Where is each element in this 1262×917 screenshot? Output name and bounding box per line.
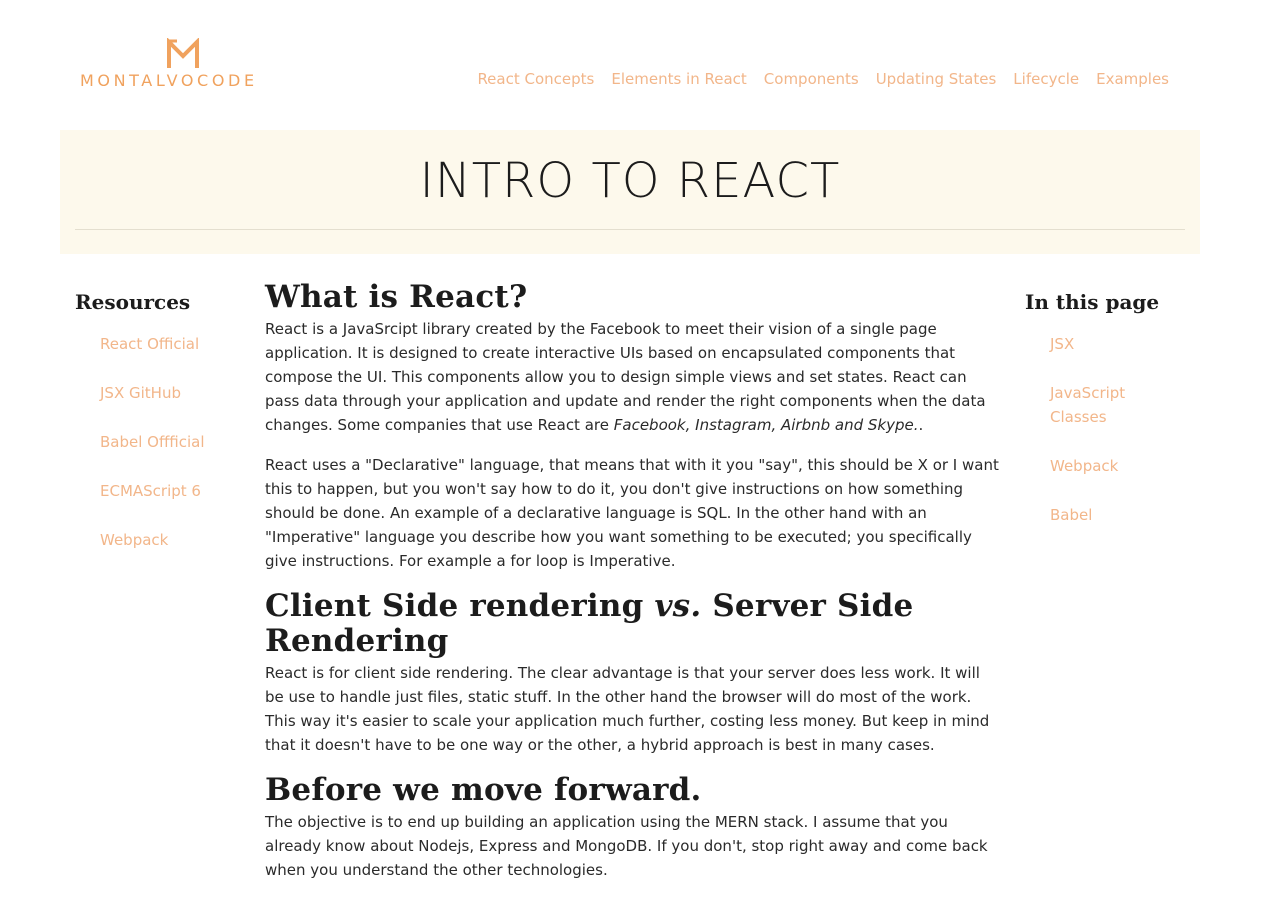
logo-m-icon <box>167 38 199 68</box>
list-item: ECMAScript 6 <box>100 479 245 503</box>
resource-link-webpack[interactable]: Webpack <box>100 528 168 552</box>
list-item: React Official <box>100 332 245 356</box>
list-item: JavaScript Classes <box>1050 381 1185 429</box>
list-item: JSX <box>1050 332 1185 356</box>
toc-sidebar: In this page JSX JavaScript Classes Webp… <box>1025 290 1185 552</box>
toc-link-babel[interactable]: Babel <box>1050 503 1092 527</box>
list-item: Webpack <box>1050 454 1185 478</box>
nav-examples[interactable]: Examples <box>1096 70 1169 88</box>
list-item: Webpack <box>100 528 245 552</box>
list-item: Babel <box>1050 503 1185 527</box>
banner-divider <box>75 229 1185 230</box>
paragraph-client-side: React is for client side rendering. The … <box>265 664 990 754</box>
heading-part-a: Client Side rendering <box>265 588 655 624</box>
toc-link-webpack[interactable]: Webpack <box>1050 454 1118 478</box>
main-nav: React Concepts Elements in React Compone… <box>477 70 1169 88</box>
page-title: INTRO TO REACT <box>419 153 841 209</box>
heading-before-forward: Before we move forward. <box>265 772 702 808</box>
nav-react-concepts[interactable]: React Concepts <box>477 70 594 88</box>
paragraph-declarative: React uses a "Declarative" language, tha… <box>265 456 999 570</box>
brand-name: MONTALVOCODE <box>80 71 258 90</box>
nav-elements-in-react[interactable]: Elements in React <box>611 70 746 88</box>
resources-sidebar: Resources React Official JSX GitHub Babe… <box>75 290 245 577</box>
heading-client-vs-server: Client Side rendering vs. Server Side Re… <box>265 589 1003 659</box>
paragraph-end: . <box>918 416 924 434</box>
nav-components[interactable]: Components <box>764 70 859 88</box>
list-item: Babel Offficial <box>100 430 245 454</box>
toc-link-jsx[interactable]: JSX <box>1050 332 1074 356</box>
toc-title: In this page <box>1025 290 1160 314</box>
toc-link-javascript-classes[interactable]: JavaScript Classes <box>1050 381 1150 429</box>
page-banner: INTRO TO REACT <box>60 130 1200 254</box>
resource-link-babel-official[interactable]: Babel Offficial <box>100 430 205 454</box>
nav-updating-states[interactable]: Updating States <box>876 70 997 88</box>
toc-list: JSX JavaScript Classes Webpack Babel <box>1025 332 1185 527</box>
companies-list: Facebook, Instagram, Airbnb and Skype. <box>613 416 919 434</box>
site-header: MONTALVOCODE React Concepts Elements in … <box>0 0 1262 130</box>
resources-list: React Official JSX GitHub Babel Offficia… <box>75 332 245 552</box>
resources-title: Resources <box>75 290 191 314</box>
paragraph-mern: The objective is to end up building an a… <box>265 813 988 879</box>
heading-what-is-react: What is React? <box>265 279 528 315</box>
resource-link-ecmascript-6[interactable]: ECMAScript 6 <box>100 479 201 503</box>
nav-lifecycle[interactable]: Lifecycle <box>1013 70 1079 88</box>
resource-link-react-official[interactable]: React Official <box>100 332 199 356</box>
brand-logo[interactable]: MONTALVOCODE <box>78 38 290 100</box>
heading-vs: vs. <box>654 588 702 624</box>
paragraph-what-is-react: React is a JavaSrcipt library created by… <box>265 317 1003 437</box>
list-item: JSX GitHub <box>100 381 245 405</box>
main-content: What is React? React is a JavaSrcipt lib… <box>265 280 1003 898</box>
resource-link-jsx-github[interactable]: JSX GitHub <box>100 381 181 405</box>
